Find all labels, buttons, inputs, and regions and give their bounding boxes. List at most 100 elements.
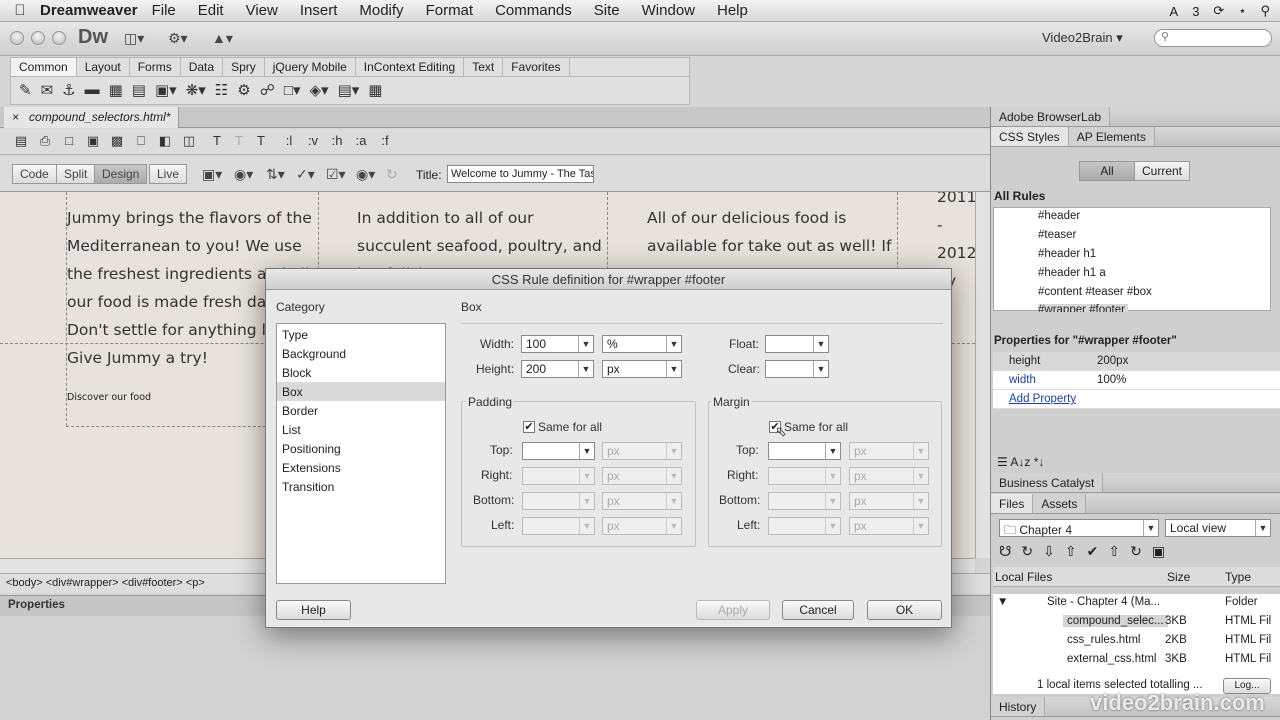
tv-media-icon[interactable]: ⎕ bbox=[132, 133, 150, 151]
view-select[interactable]: Local view ▼ bbox=[1165, 519, 1271, 537]
link-pseudo-button[interactable]: :l bbox=[280, 133, 298, 151]
extend-icon[interactable]: ⚙▾ bbox=[168, 30, 188, 47]
date-icon[interactable]: ☷ bbox=[215, 81, 228, 99]
menu-edit[interactable]: Edit bbox=[198, 2, 224, 19]
current-mode-button[interactable]: Current bbox=[1134, 161, 1190, 181]
browserlab-tab[interactable]: Adobe BrowserLab bbox=[991, 107, 1111, 126]
check-browser-icon[interactable]: ☑▾ bbox=[326, 166, 346, 183]
media-icon[interactable]: ❋▾ bbox=[186, 81, 206, 99]
minimize-window-button[interactable] bbox=[31, 31, 45, 45]
close-window-button[interactable] bbox=[10, 31, 24, 45]
design-time-icon[interactable]: ◫ bbox=[180, 133, 198, 151]
handheld-media-icon[interactable]: □ bbox=[60, 133, 78, 151]
live-view-button[interactable]: Live bbox=[149, 164, 188, 184]
templates-icon[interactable]: ▤▾ bbox=[338, 81, 360, 99]
category-block[interactable]: Block bbox=[277, 363, 445, 382]
property-value[interactable]: 100% bbox=[1097, 374, 1126, 386]
insert-tab-forms[interactable]: Forms bbox=[130, 58, 181, 76]
rule-item-selected[interactable]: #wrapper #footer bbox=[1038, 304, 1128, 312]
rule-item[interactable]: #header bbox=[1038, 210, 1080, 222]
screen-media-icon[interactable]: ▤ bbox=[12, 133, 30, 151]
padding-same-checkbox[interactable]: ✔ bbox=[523, 421, 535, 433]
all-mode-button[interactable]: All bbox=[1079, 161, 1135, 181]
visual-aids-icon[interactable]: ◉▾ bbox=[356, 166, 375, 183]
insert-tab-data[interactable]: Data bbox=[181, 58, 224, 76]
height-unit-select[interactable]: px ▼ bbox=[602, 360, 682, 378]
w3c-validation-icon[interactable]: ✓▾ bbox=[296, 166, 315, 183]
insert-tab-layout[interactable]: Layout bbox=[77, 58, 130, 76]
app-name[interactable]: Dreamweaver bbox=[40, 2, 138, 19]
split-view-button[interactable]: Split bbox=[56, 164, 96, 184]
site-icon[interactable]: ▲▾ bbox=[212, 30, 233, 47]
category-list[interactable]: List bbox=[277, 420, 445, 439]
category-positioning[interactable]: Positioning bbox=[277, 439, 445, 458]
font-size-down-icon[interactable]: T bbox=[230, 133, 248, 151]
business-catalyst-tab[interactable]: Business Catalyst bbox=[991, 473, 1104, 492]
refresh-icon[interactable]: ↻ bbox=[386, 166, 398, 183]
font-size-up-icon[interactable]: T bbox=[208, 133, 226, 151]
comment-icon[interactable]: ☍ bbox=[260, 81, 275, 99]
rule-item[interactable]: #header h1 bbox=[1038, 248, 1096, 260]
category-extensions[interactable]: Extensions bbox=[277, 458, 445, 477]
menu-view[interactable]: View bbox=[246, 2, 278, 19]
category-transition[interactable]: Transition bbox=[277, 477, 445, 496]
file-row[interactable]: css_rules.html 2KB HTML Fil bbox=[993, 632, 1280, 651]
property-row[interactable]: height 200px bbox=[993, 352, 1280, 371]
close-tab-icon[interactable]: × bbox=[12, 110, 19, 124]
named-anchor-icon[interactable]: ⚓ bbox=[62, 81, 75, 99]
width-unit-select[interactable]: % ▼ bbox=[602, 335, 682, 353]
tty-media-icon[interactable]: ▩ bbox=[108, 133, 126, 151]
menu-commands[interactable]: Commands bbox=[495, 2, 572, 19]
content-paragraph-3[interactable]: All of our delicious food is available f… bbox=[647, 204, 892, 260]
bluetooth-icon[interactable]: ⋆ bbox=[1238, 3, 1246, 19]
assets-tab[interactable]: Assets bbox=[1033, 494, 1087, 513]
category-background[interactable]: Background bbox=[277, 344, 445, 363]
zoom-window-button[interactable] bbox=[52, 31, 66, 45]
active-pseudo-button[interactable]: :a bbox=[352, 133, 370, 151]
apply-button[interactable]: Apply bbox=[696, 600, 770, 620]
hover-pseudo-button[interactable]: :h bbox=[328, 133, 346, 151]
insert-tab-favorites[interactable]: Favorites bbox=[503, 58, 570, 76]
help-search-input[interactable]: ⚲ bbox=[1154, 29, 1272, 47]
cancel-button[interactable]: Cancel bbox=[782, 600, 854, 620]
menu-window[interactable]: Window bbox=[642, 2, 695, 19]
file-management-icon[interactable]: ⇅▾ bbox=[266, 166, 285, 183]
insert-tab-common[interactable]: Common bbox=[11, 58, 77, 76]
width-input[interactable]: 100 ▼ bbox=[521, 335, 594, 353]
files-tab[interactable]: Files bbox=[991, 494, 1034, 513]
category-border[interactable]: Border bbox=[277, 401, 445, 420]
visited-pseudo-button[interactable]: :v bbox=[304, 133, 322, 151]
rule-item[interactable]: #content #teaser #box bbox=[1038, 286, 1152, 298]
layout-icon[interactable]: ◫▾ bbox=[124, 30, 144, 47]
apple-icon[interactable]:  bbox=[0, 2, 40, 19]
css-styles-tab[interactable]: CSS Styles bbox=[991, 127, 1069, 146]
file-row[interactable]: external_css.html 3KB HTML Fil bbox=[993, 651, 1280, 670]
rule-item[interactable]: #teaser bbox=[1038, 229, 1076, 241]
multiscreen-icon[interactable]: ▣▾ bbox=[202, 166, 222, 183]
server-side-icon[interactable]: ⚙ bbox=[237, 81, 250, 99]
site-select[interactable]: 🗀 Chapter 4 ▼ bbox=[999, 519, 1159, 537]
property-value[interactable]: 200px bbox=[1097, 355, 1128, 367]
ok-button[interactable]: OK bbox=[867, 600, 942, 620]
float-select[interactable]: ▼ bbox=[765, 335, 829, 353]
browserlab-header[interactable]: Adobe BrowserLab bbox=[991, 107, 1280, 127]
code-view-button[interactable]: Code bbox=[12, 164, 57, 184]
menu-insert[interactable]: Insert bbox=[300, 2, 338, 19]
workspace-switcher[interactable]: Video2Brain ▾ bbox=[1042, 30, 1123, 46]
title-input[interactable]: Welcome to Jummy - The Tas bbox=[447, 165, 594, 183]
file-row-selected[interactable]: compound_selec... 3KB HTML Fil bbox=[993, 613, 1280, 632]
tag-chooser-icon[interactable]: ▦ bbox=[368, 81, 382, 99]
sync-icon[interactable]: ⟳ bbox=[1213, 3, 1224, 19]
design-view-button[interactable]: Design bbox=[94, 164, 148, 184]
ap-elements-tab[interactable]: AP Elements bbox=[1068, 127, 1155, 146]
css-panel-footer-icons[interactable]: ☰ A↓z *↓ bbox=[997, 455, 1044, 469]
menu-format[interactable]: Format bbox=[426, 2, 474, 19]
col-type[interactable]: Type bbox=[1225, 570, 1251, 584]
toggle-css-icon[interactable]: ◧ bbox=[156, 133, 174, 151]
insert-tab-incontext[interactable]: InContext Editing bbox=[356, 58, 465, 76]
menu-modify[interactable]: Modify bbox=[359, 2, 403, 19]
script-icon[interactable]: ◈▾ bbox=[310, 81, 329, 99]
font-size-reset-icon[interactable]: T bbox=[252, 133, 270, 151]
add-property-link[interactable]: Add Property bbox=[1009, 393, 1076, 405]
insert-tab-jquery-mobile[interactable]: jQuery Mobile bbox=[265, 58, 356, 76]
